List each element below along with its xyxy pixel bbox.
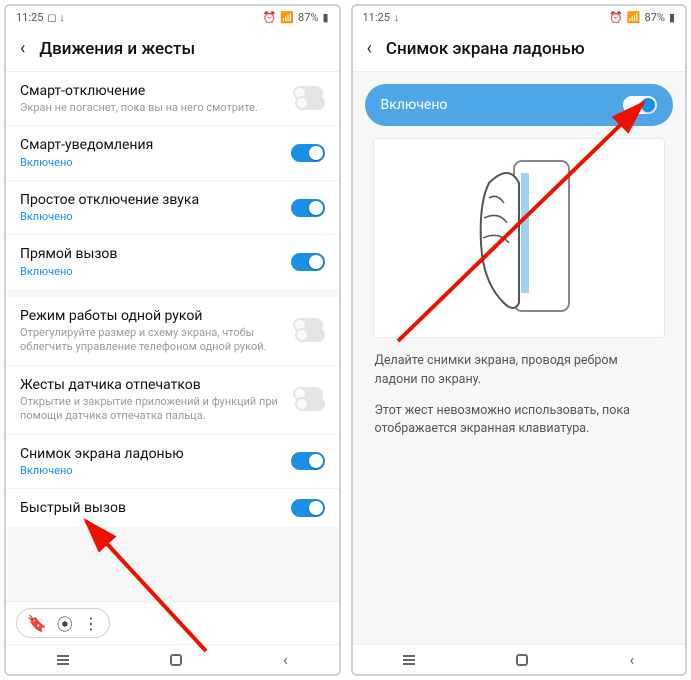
nav-bar: ‹ <box>6 644 339 674</box>
phone-right: 11:25 ↓ ⏰ 📶 87% ▮ ‹ Снимок экрана ладонь… <box>351 4 688 676</box>
row-title: Простое отключение звука <box>20 191 281 209</box>
toggle-easy-mute[interactable] <box>291 199 325 217</box>
settings-group: Смарт-отключение Экран не погаснет, пока… <box>6 72 339 289</box>
banner-label: Включено <box>381 97 448 113</box>
desc-para-2: Этот жест невозможно использовать, пока … <box>375 402 664 440</box>
row-subtitle: Экран не погаснет, пока вы на него смотр… <box>20 101 281 115</box>
nav-bar: ‹ <box>353 644 686 674</box>
palm-swipe-illustration-icon <box>459 153 579 323</box>
nav-recent-icon[interactable] <box>57 659 69 661</box>
nav-back-icon[interactable]: ‹ <box>630 650 635 669</box>
nav-back-icon[interactable]: ‹ <box>283 650 288 669</box>
nav-home-icon[interactable] <box>170 654 182 666</box>
row-palm-swipe[interactable]: Снимок экрана ладонью Включено <box>6 434 339 488</box>
row-title: Жесты датчика отпечатков <box>20 376 281 394</box>
page-title: Снимок экрана ладонью <box>386 39 585 59</box>
row-one-hand[interactable]: Режим работы одной рукой Отрегулируйте р… <box>6 297 339 365</box>
row-smart-alert[interactable]: Смарт-уведомления Включено <box>6 125 339 179</box>
toggle-fingerprint[interactable] <box>291 387 325 413</box>
battery-icon: ▮ <box>322 11 328 24</box>
feature-description: Делайте снимки экрана, проводя ребром ла… <box>353 338 686 453</box>
toggle-feature[interactable] <box>623 96 657 114</box>
app-header: ‹ Движения и жесты <box>6 28 339 72</box>
toolbar-pill[interactable]: 🔖 ⦿ ⋮ <box>16 608 110 638</box>
row-subtitle: Включено <box>20 156 281 170</box>
toggle-quick-call[interactable] <box>291 499 325 517</box>
camera-icon[interactable]: ⦿ <box>57 611 73 635</box>
toggle-direct-call[interactable] <box>291 253 325 271</box>
row-smart-stay[interactable]: Смарт-отключение Экран не погаснет, пока… <box>6 72 339 125</box>
alarm-icon: ⏰ <box>609 11 623 24</box>
row-fingerprint-gestures[interactable]: Жесты датчика отпечатков Открытие и закр… <box>6 365 339 434</box>
status-time: 11:25 <box>363 11 390 24</box>
row-subtitle: Открытие и закрытие приложений и функций… <box>20 395 281 424</box>
row-quick-call[interactable]: Быстрый вызов <box>6 488 339 527</box>
status-time: 11:25 <box>16 11 43 24</box>
feature-banner: Включено <box>365 84 674 126</box>
status-icons-left: ↓ <box>394 11 400 24</box>
row-title: Смарт-уведомления <box>20 136 281 154</box>
toggle-one-hand[interactable] <box>291 318 325 344</box>
alarm-icon: ⏰ <box>263 11 277 24</box>
toggle-palm-swipe[interactable] <box>291 452 325 470</box>
battery-icon: ▮ <box>669 11 675 24</box>
back-icon[interactable]: ‹ <box>20 38 25 59</box>
row-subtitle: Включено <box>20 210 281 224</box>
row-easy-mute[interactable]: Простое отключение звука Включено <box>6 180 339 234</box>
bottom-toolbar: 🔖 ⦿ ⋮ <box>6 601 339 644</box>
status-icons-left: ◻ ↓ <box>47 11 64 24</box>
toggle-smart-alert[interactable] <box>291 144 325 162</box>
row-title: Снимок экрана ладонью <box>20 445 281 463</box>
phone-left: 11:25 ◻ ↓ ⏰ 📶 87% ▮ ‹ Движения и жесты С… <box>4 4 341 676</box>
row-subtitle: Включено <box>20 464 281 478</box>
desc-para-1: Делайте снимки экрана, проводя ребром ла… <box>375 352 664 390</box>
row-title: Смарт-отключение <box>20 82 281 100</box>
row-direct-call[interactable]: Прямой вызов Включено <box>6 234 339 288</box>
row-subtitle: Отрегулируйте размер и схему экрана, что… <box>20 326 281 355</box>
signal-icon: 📶 <box>280 11 294 24</box>
illustration <box>373 138 666 338</box>
row-title: Быстрый вызов <box>20 499 281 517</box>
row-title: Режим работы одной рукой <box>20 307 281 325</box>
nav-home-icon[interactable] <box>516 654 528 666</box>
battery-text: 87% <box>645 11 665 24</box>
bookmark-icon[interactable]: 🔖 <box>27 614 47 633</box>
battery-text: 87% <box>298 11 318 24</box>
back-icon[interactable]: ‹ <box>367 38 372 59</box>
app-header: ‹ Снимок экрана ладонью <box>353 28 686 72</box>
row-subtitle: Включено <box>20 265 281 279</box>
signal-icon: 📶 <box>627 11 641 24</box>
nav-recent-icon[interactable] <box>403 659 415 661</box>
more-icon[interactable]: ⋮ <box>83 614 99 633</box>
settings-list[interactable]: Смарт-отключение Экран не погаснет, пока… <box>6 72 339 601</box>
settings-group: Режим работы одной рукой Отрегулируйте р… <box>6 297 339 527</box>
page-title: Движения и жесты <box>39 39 195 59</box>
toggle-smart-stay[interactable] <box>291 86 325 112</box>
row-title: Прямой вызов <box>20 245 281 263</box>
status-bar: 11:25 ◻ ↓ ⏰ 📶 87% ▮ <box>6 6 339 28</box>
status-bar: 11:25 ↓ ⏰ 📶 87% ▮ <box>353 6 686 28</box>
